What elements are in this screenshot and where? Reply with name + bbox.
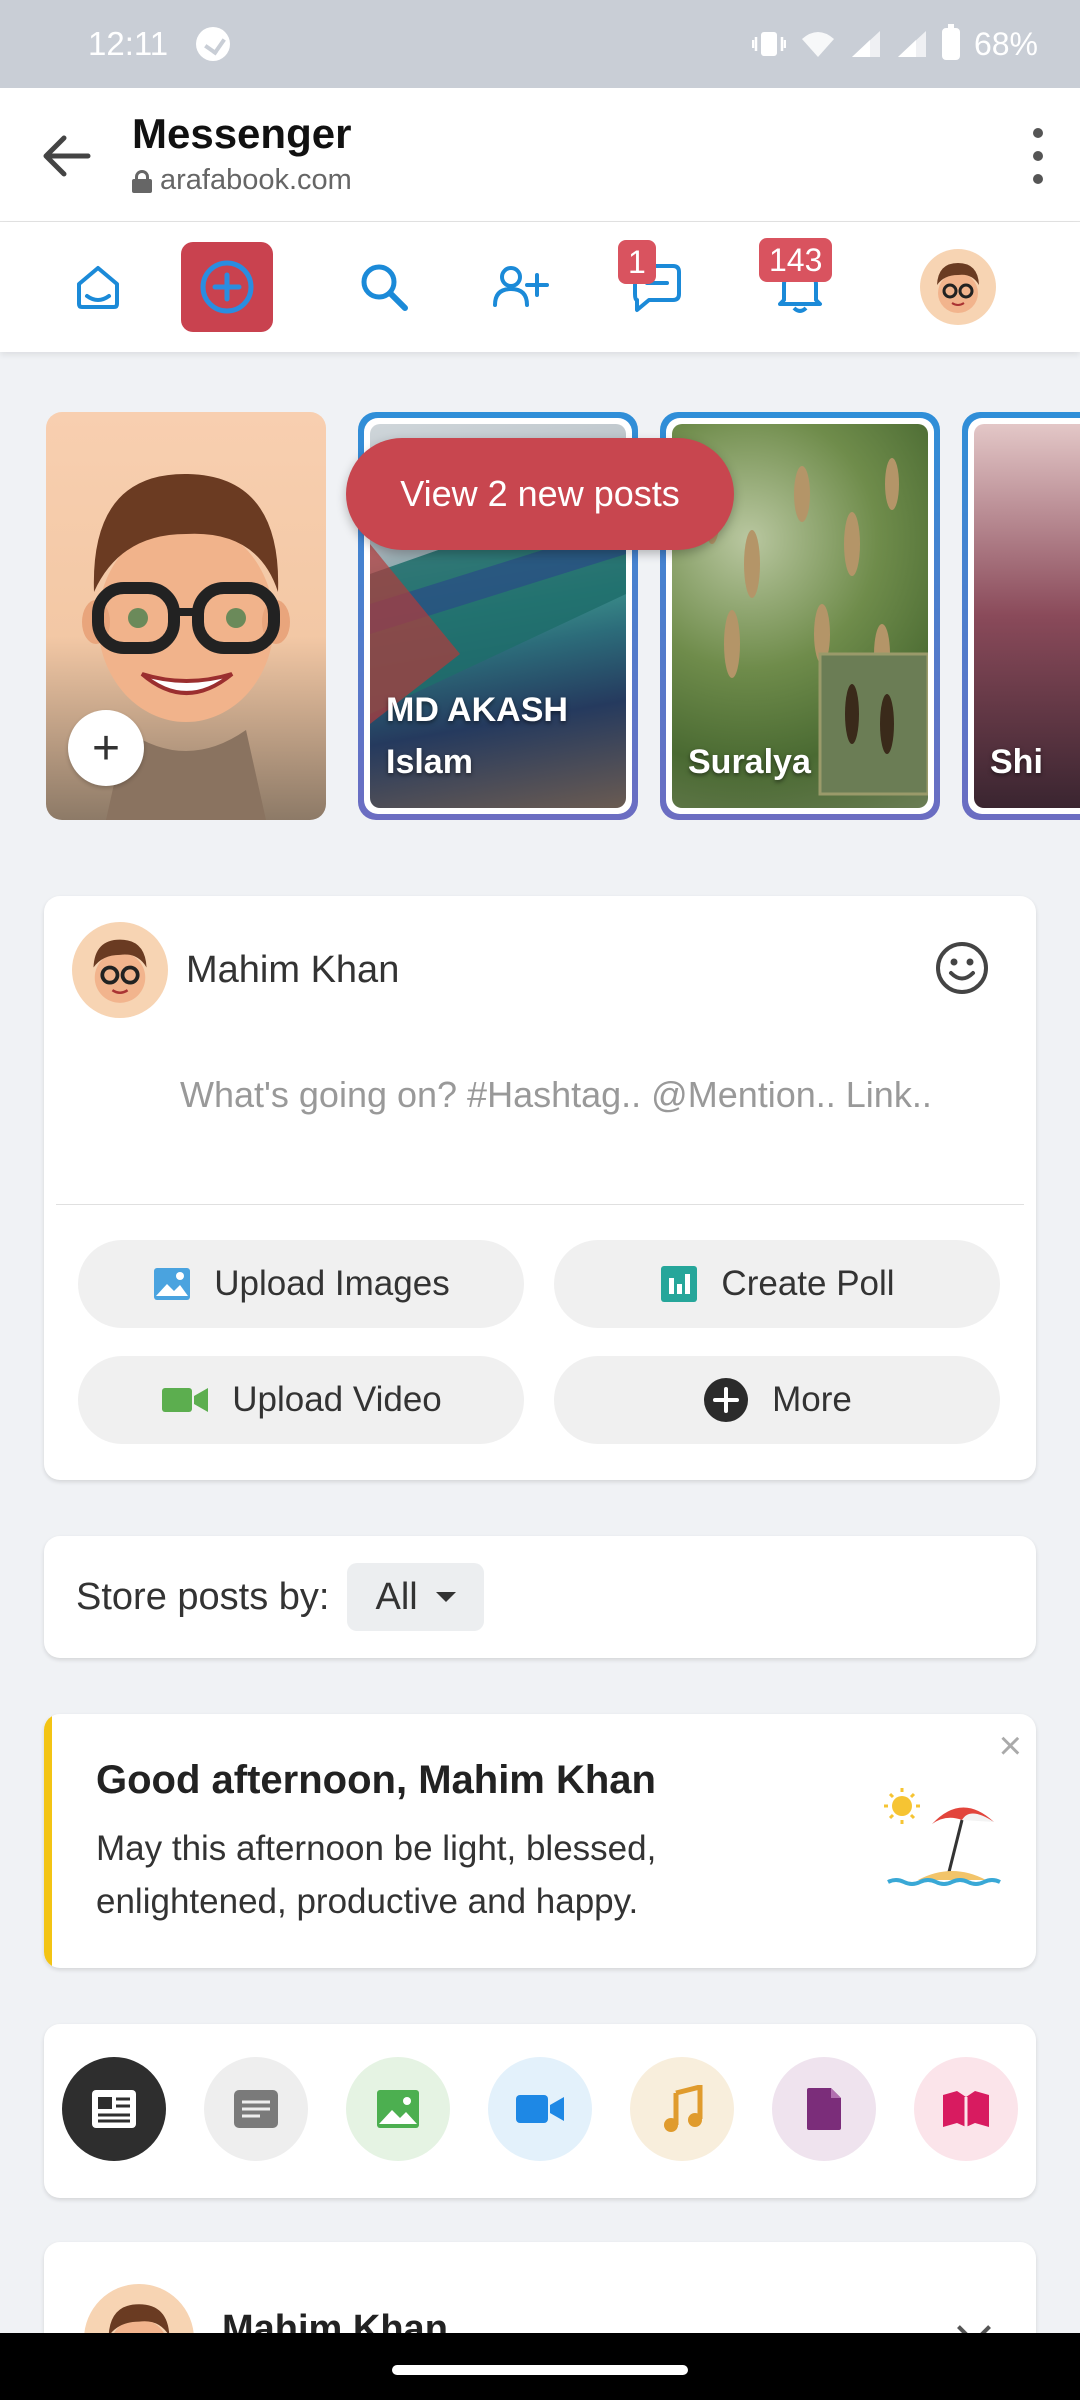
view-new-posts-button[interactable]: View 2 new posts: [346, 438, 734, 550]
status-time: 12:11: [88, 25, 169, 62]
create-post-button[interactable]: [181, 242, 273, 332]
sort-selected-value: All: [375, 1575, 418, 1618]
search-button[interactable]: [338, 242, 430, 332]
post-type-filters: [44, 2024, 1036, 2198]
avatar: [920, 249, 996, 325]
story-image: Shi: [974, 424, 1080, 808]
create-poll-button[interactable]: Create Poll: [554, 1240, 1000, 1328]
back-arrow-icon[interactable]: [36, 126, 96, 186]
video-camera-icon: [162, 1388, 209, 1412]
filter-videos-button[interactable]: [488, 2057, 592, 2161]
image-icon: [154, 1268, 191, 1300]
post-text-input[interactable]: What's going on? #Hashtag.. @Mention.. L…: [180, 1064, 940, 1126]
story-author-name: Suralya: [688, 743, 811, 781]
browser-title-block: Messenger arafabook.com: [132, 110, 352, 197]
add-friend-button[interactable]: [474, 242, 566, 332]
memoji-avatar-icon: [937, 263, 979, 313]
upload-images-button[interactable]: Upload Images: [78, 1240, 524, 1328]
signal-icon-2: [897, 31, 926, 57]
image-icon: [377, 2090, 419, 2128]
sort-posts-bar: Store posts by: All: [44, 1536, 1036, 1658]
composer-header: Mahim Khan: [72, 922, 399, 1018]
notifications-button[interactable]: 143: [754, 238, 846, 332]
music-note-icon: [664, 2085, 703, 2132]
create-poll-label: Create Poll: [721, 1264, 895, 1303]
file-icon: [807, 2088, 841, 2130]
add-story-plus-icon[interactable]: +: [68, 710, 144, 786]
status-icons: 68%: [751, 24, 1038, 63]
video-camera-icon: [516, 2095, 564, 2123]
open-book-icon: [943, 2091, 989, 2127]
upload-video-label: Upload Video: [232, 1380, 442, 1419]
emoji-picker-icon[interactable]: [934, 940, 990, 996]
story-author-name: MD AKASH Islam: [386, 691, 568, 781]
browser-toolbar: Messenger arafabook.com: [0, 88, 1080, 222]
newspaper-icon: [92, 2090, 136, 2128]
upload-images-label: Upload Images: [214, 1264, 450, 1303]
more-label: More: [772, 1380, 852, 1419]
add-user-icon: [493, 266, 549, 307]
filter-all-button[interactable]: [62, 2057, 166, 2161]
system-gesture-bar: [0, 2333, 1080, 2400]
sort-label: Store posts by:: [76, 1575, 330, 1618]
filter-files-button[interactable]: [772, 2057, 876, 2161]
text-post-icon: [234, 2090, 278, 2128]
plus-circle-icon: [704, 1378, 749, 1422]
greeting-message: May this afternoon be light, blessed, en…: [96, 1829, 657, 1921]
filter-articles-button[interactable]: [914, 2057, 1018, 2161]
profile-button[interactable]: [912, 242, 1004, 332]
story-card[interactable]: Shi: [962, 412, 1080, 820]
messages-badge: 1: [618, 240, 656, 284]
home-button[interactable]: [52, 242, 144, 332]
sort-dropdown[interactable]: All: [347, 1563, 484, 1631]
composer-user-name: Mahim Khan: [186, 948, 400, 991]
greeting-title: Good afternoon, Mahim Khan: [96, 1758, 656, 1802]
page-title: Messenger: [132, 110, 352, 157]
url-line[interactable]: arafabook.com: [132, 164, 352, 197]
notifications-badge: 143: [759, 238, 833, 282]
divider: [56, 1204, 1024, 1205]
vibrate-icon: [751, 32, 786, 56]
greeting-card: Good afternoon, Mahim Khan May this afte…: [44, 1714, 1036, 1968]
upload-video-button[interactable]: Upload Video: [78, 1356, 524, 1444]
beach-umbrella-icon: [884, 1788, 1001, 1886]
chevron-down-icon: [435, 1592, 456, 1602]
status-bar: 12:11 68%: [0, 0, 1080, 88]
my-story-card[interactable]: +: [46, 412, 326, 820]
messages-button[interactable]: 1: [610, 240, 702, 332]
battery-percent: 68%: [973, 25, 1038, 62]
url-text: arafabook.com: [160, 164, 352, 196]
story-author-name: Shi: [990, 743, 1043, 781]
poll-chart-icon: [661, 1266, 698, 1302]
home-icon: [77, 266, 119, 309]
lock-icon: [132, 169, 152, 193]
app-nav-bar: 1 143: [0, 222, 1080, 352]
close-icon[interactable]: ×: [999, 1724, 1022, 1769]
notification-dot-icon: [196, 27, 231, 61]
wifi-icon: [801, 32, 834, 57]
more-options-button[interactable]: More: [554, 1356, 1000, 1444]
filter-photos-button[interactable]: [346, 2057, 450, 2161]
post-composer: Mahim Khan What's going on? #Hashtag.. @…: [44, 896, 1036, 1480]
avatar: [72, 922, 168, 1018]
memoji-avatar-icon: [93, 939, 147, 1003]
plus-circle-icon: [200, 260, 254, 314]
home-gesture-handle[interactable]: [392, 2365, 688, 2375]
search-icon: [361, 264, 408, 311]
filter-music-button[interactable]: [630, 2057, 734, 2161]
more-options-icon[interactable]: [1026, 128, 1050, 184]
signal-icon: [851, 31, 880, 57]
battery-icon: [941, 24, 960, 60]
filter-text-button[interactable]: [204, 2057, 308, 2161]
